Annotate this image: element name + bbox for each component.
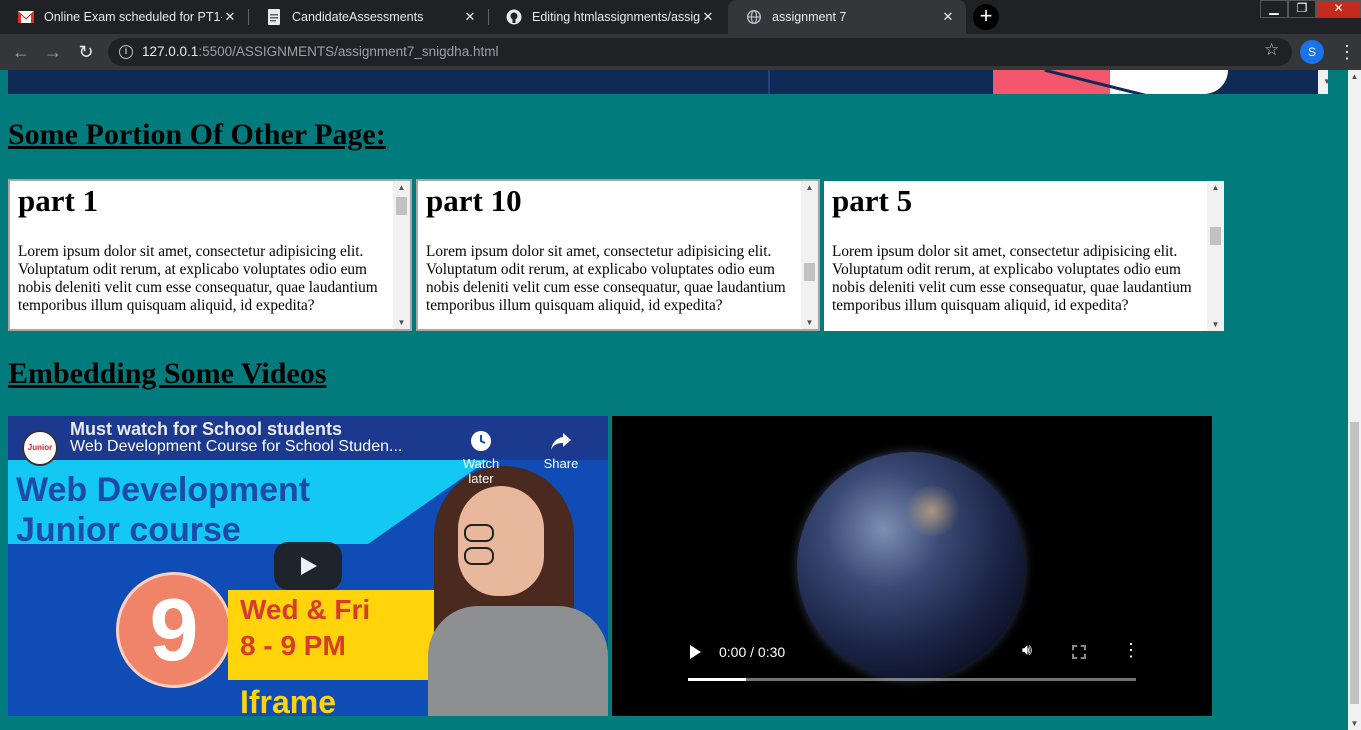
thumbnail-title-line: Junior course xyxy=(16,511,241,549)
doc-icon xyxy=(266,9,282,25)
iframe-scroll-down-arrow-icon[interactable]: ▼ xyxy=(1318,70,1328,94)
tab-title: Online Exam scheduled for PT1-X xyxy=(44,10,222,24)
iframe-heading: part 10 xyxy=(426,183,522,218)
scroll-down-arrow-icon[interactable]: ▼ xyxy=(393,318,410,327)
tab-strip: Online Exam scheduled for PT1-X ✕ Candid… xyxy=(0,0,1361,34)
channel-avatar[interactable]: Junior xyxy=(22,430,58,466)
scroll-up-arrow-icon[interactable]: ▲ xyxy=(801,183,818,192)
tab-title: assignment 7 xyxy=(772,10,847,24)
restore-window-icon[interactable]: ❐ xyxy=(1288,0,1316,18)
tab-title: Editing htmlassignments/assignm xyxy=(532,10,700,24)
url-text[interactable]: 127.0.0.1:5500/ASSIGNMENTS/assignment7_s… xyxy=(142,44,498,59)
iframe-scrollbar[interactable]: ▲ ▼ xyxy=(1207,181,1224,331)
more-options-icon[interactable]: ⋮ xyxy=(1122,640,1140,661)
presenter-image xyxy=(428,606,608,716)
profile-avatar[interactable]: S xyxy=(1300,40,1324,64)
iframe-scrollbar[interactable]: ▲ ▼ xyxy=(393,181,410,329)
watch-later-button[interactable]: Watch later xyxy=(450,430,512,486)
close-tab-icon[interactable]: ✕ xyxy=(462,9,478,25)
fullscreen-icon[interactable] xyxy=(1072,645,1086,659)
reload-icon[interactable]: ↻ xyxy=(74,40,98,64)
thumbnail-time: 8 - 9 PM xyxy=(240,630,346,661)
iframe-content: part 1 Lorem ipsum dolor sit amet, conse… xyxy=(18,181,390,315)
video-frame-earth xyxy=(797,452,1025,680)
presenter-glasses xyxy=(464,524,540,565)
scroll-up-arrow-icon[interactable]: ▲ xyxy=(1207,183,1224,192)
section-title-videos: Embedding Some Videos xyxy=(8,357,327,390)
close-window-icon[interactable]: ✕ xyxy=(1316,0,1361,18)
page-viewport: ▼ Some Portion Of Other Page: part 1 Lor… xyxy=(0,70,1348,730)
scrollbar-thumb[interactable] xyxy=(1350,422,1359,704)
scroll-down-arrow-icon[interactable]: ▼ xyxy=(801,318,818,327)
scrollbar-thumb[interactable] xyxy=(804,263,815,281)
scroll-down-arrow-icon[interactable]: ▼ xyxy=(1348,719,1361,728)
video-progress-fill xyxy=(688,678,747,681)
forward-arrow-icon[interactable]: → xyxy=(41,40,65,64)
tab-assignment-7[interactable]: assignment 7 ✕ xyxy=(728,0,966,34)
watch-later-label: Watch later xyxy=(462,456,500,486)
globe-icon xyxy=(746,9,762,25)
scroll-up-arrow-icon[interactable]: ▲ xyxy=(393,183,410,192)
video-time-display: 0:00 / 0:30 xyxy=(719,644,786,660)
volume-icon[interactable]: 🔊︎ xyxy=(1022,642,1032,660)
address-bar[interactable]: i 127.0.0.1:5500/ASSIGNMENTS/assignment7… xyxy=(108,38,1292,66)
video-player[interactable]: 0:00 / 0:30 🔊︎ ⋮ xyxy=(612,416,1212,716)
browser-toolbar: ← → ↻ i 127.0.0.1:5500/ASSIGNMENTS/assig… xyxy=(0,34,1361,70)
iframe-part-5[interactable]: part 5 Lorem ipsum dolor sit amet, conse… xyxy=(824,181,1224,331)
gmail-icon xyxy=(18,9,34,25)
scrollbar-thumb[interactable] xyxy=(1210,227,1221,245)
close-tab-icon[interactable]: ✕ xyxy=(700,9,716,25)
minimize-window-icon[interactable]: ▁ xyxy=(1260,0,1288,18)
thumbnail-title-line: Web Development xyxy=(16,471,311,509)
site-info-icon[interactable]: i xyxy=(119,45,133,59)
scrollbar-thumb[interactable] xyxy=(396,197,407,215)
iframe-content: part 5 Lorem ipsum dolor sit amet, conse… xyxy=(832,181,1204,315)
tab-gmail[interactable]: Online Exam scheduled for PT1-X ✕ xyxy=(0,0,248,34)
iframe-part-10[interactable]: part 10 Lorem ipsum dolor sit amet, cons… xyxy=(416,179,820,331)
clock-icon xyxy=(470,430,492,452)
iframe-paragraph: Lorem ipsum dolor sit amet, consectetur … xyxy=(18,243,378,314)
video-progress-bar[interactable] xyxy=(688,678,1136,681)
url-path: :5500/ASSIGNMENTS/assignment7_snigdha.ht… xyxy=(198,44,499,59)
share-arrow-icon xyxy=(550,430,572,452)
browser-menu-icon[interactable]: ⋮ xyxy=(1338,40,1356,64)
back-arrow-icon[interactable]: ← xyxy=(9,40,33,64)
close-tab-icon[interactable]: ✕ xyxy=(222,9,238,25)
iframe-heading: part 1 xyxy=(18,183,99,218)
section-title-other-page: Some Portion Of Other Page: xyxy=(8,118,386,151)
youtube-embed[interactable]: Web Development Junior course 9 Wed & Fri… xyxy=(8,416,608,716)
bookmark-star-icon[interactable]: ☆ xyxy=(1264,40,1279,60)
video-frame-city-lights xyxy=(902,486,962,536)
scroll-down-arrow-icon[interactable]: ▼ xyxy=(1207,320,1224,329)
tab-title: CandidateAssessments xyxy=(292,10,424,24)
decorative-line xyxy=(768,70,770,94)
iframe-paragraph: Lorem ipsum dolor sit amet, consectetur … xyxy=(832,243,1192,314)
iframe-scrollbar[interactable]: ▲ ▼ xyxy=(801,181,818,329)
url-host: 127.0.0.1 xyxy=(142,44,199,59)
share-button[interactable]: Share xyxy=(530,430,592,471)
github-icon xyxy=(506,9,522,25)
thumbnail-topic: Iframe xyxy=(240,684,337,716)
share-label: Share xyxy=(543,456,579,471)
page-scrollbar[interactable]: ▲ ▼ xyxy=(1348,70,1361,730)
thumbnail-days: Wed & Fri xyxy=(240,594,371,625)
iframe-paragraph: Lorem ipsum dolor sit amet, consectetur … xyxy=(426,243,786,314)
play-icon[interactable] xyxy=(690,645,701,659)
tab-github-editing[interactable]: Editing htmlassignments/assignm ✕ xyxy=(488,0,726,34)
iframe-content: part 10 Lorem ipsum dolor sit amet, cons… xyxy=(426,181,798,315)
thumbnail-title: Web Development Junior course xyxy=(16,470,310,550)
youtube-play-button[interactable] xyxy=(274,542,342,590)
youtube-video-title[interactable]: Web Development Course for School Studen… xyxy=(70,438,402,456)
tab-candidate-assessments[interactable]: CandidateAssessments ✕ xyxy=(248,0,488,34)
scroll-up-arrow-icon[interactable]: ▲ xyxy=(1348,72,1361,81)
previous-iframe-bottom: ▼ xyxy=(8,70,1328,94)
iframe-part-1[interactable]: part 1 Lorem ipsum dolor sit amet, conse… xyxy=(8,179,412,331)
thumbnail-number: 9 xyxy=(149,580,199,679)
new-tab-button[interactable]: + xyxy=(973,4,999,30)
close-tab-icon[interactable]: ✕ xyxy=(940,9,956,25)
iframe-heading: part 5 xyxy=(832,183,913,218)
video-banner-text: Must watch for School students xyxy=(70,419,343,439)
